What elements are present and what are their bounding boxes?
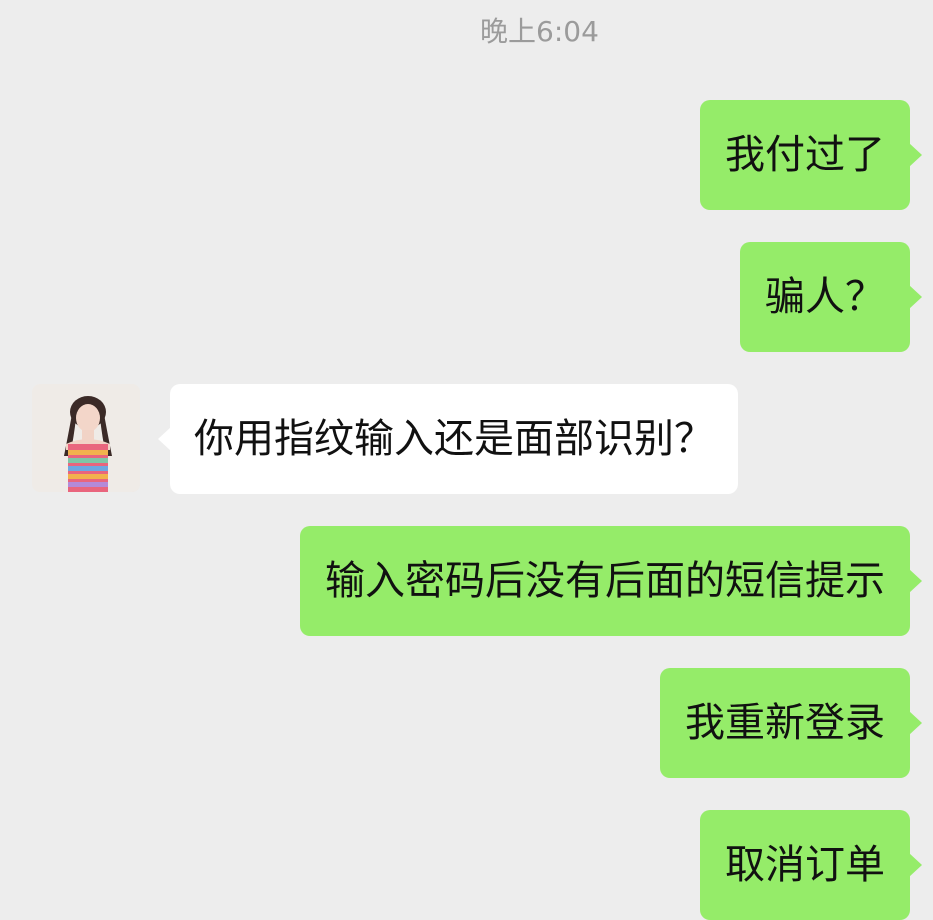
girl-avatar-icon (32, 384, 140, 492)
message-bubble-sent[interactable]: 输入密码后没有后面的短信提示 (300, 526, 922, 636)
chat-timestamp: 晚上6:04 (480, 15, 599, 48)
message-bubble-sent[interactable]: 我重新登录 (660, 668, 922, 778)
contact-avatar[interactable] (32, 384, 140, 492)
message-bubble-sent[interactable]: 取消订单 (700, 810, 922, 920)
message-bubble-sent[interactable]: 我付过了 (700, 100, 922, 210)
message-bubble-received[interactable]: 你用指纹输入还是面部识别？ (158, 384, 738, 494)
message-bubble-sent[interactable]: 骗人？ (740, 242, 922, 352)
